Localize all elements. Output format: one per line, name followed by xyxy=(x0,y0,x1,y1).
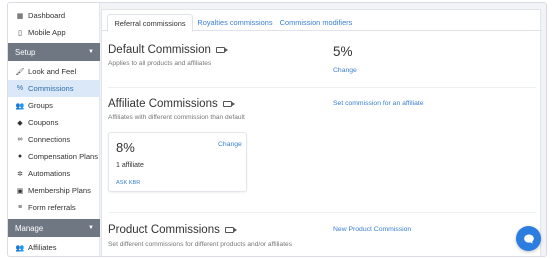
chat-bubble-icon xyxy=(523,234,534,244)
chevron-down-icon: ▼ xyxy=(88,49,94,55)
gear-icon: ✲ xyxy=(17,170,23,178)
section-title-text: Default Commission xyxy=(108,44,211,56)
sidebar-item-affiliates[interactable]: 👥 Affiliates xyxy=(8,239,100,256)
default-commission-title: Default Commission xyxy=(108,44,228,56)
id-card-icon: ▣ xyxy=(16,187,24,195)
list-icon: ≡ xyxy=(17,204,23,211)
sidebar-item-coupons[interactable]: ◆ Coupons xyxy=(8,114,100,131)
sidebar-item-look-and-feel[interactable]: 🖌 Look and Feel xyxy=(8,63,100,80)
app-window: ▦ Dashboard ▯ Mobile App Setup ▼ 🖌 Look … xyxy=(7,2,547,257)
sidebar-item-label: Mobile App xyxy=(28,28,66,37)
section-title-text: Product Commissions xyxy=(108,224,220,236)
affiliate-commissions-title: Affiliate Commissions xyxy=(108,98,235,110)
card-affiliate-count: 1 affiliate xyxy=(116,162,144,169)
new-product-commission-link[interactable]: New Product Commission xyxy=(333,226,411,233)
sidebar-item-label: Dashboard xyxy=(28,11,66,20)
sidebar-item-label: Compensation Plans xyxy=(28,152,99,161)
sidebar-item-membership-plans[interactable]: ▣ Membership Plans xyxy=(8,182,100,199)
sidebar-item-connections[interactable]: ∞ Connections xyxy=(8,131,100,148)
video-icon[interactable] xyxy=(224,227,237,233)
chevron-down-icon: ▼ xyxy=(88,225,94,231)
sidebar-item-dashboard[interactable]: ▦ Dashboard xyxy=(8,7,100,24)
card-commission-value: 8% xyxy=(116,140,135,155)
percent-icon: % xyxy=(16,85,24,92)
dollar-circle-icon: ● xyxy=(17,153,23,160)
card-change-link[interactable]: Change xyxy=(218,141,242,148)
sidebar-item-label: Commissions xyxy=(28,84,74,93)
tab-label: Commission modifiers xyxy=(279,18,353,27)
mobile-icon: ▯ xyxy=(18,29,22,37)
tab-commission-modifiers[interactable]: Commission modifiers xyxy=(278,14,354,31)
tab-label: Royalties commissions xyxy=(197,18,273,27)
tab-label: Referral commissions xyxy=(114,18,186,28)
dashboard-icon: ▦ xyxy=(16,12,24,20)
default-commission-subtitle: Applies to all products and affiliates xyxy=(108,60,212,67)
tab-royalties-commissions[interactable]: Royalties commissions xyxy=(194,14,276,31)
link-icon: ∞ xyxy=(17,136,23,143)
section-title-text: Affiliate Commissions xyxy=(108,98,218,110)
sidebar-item-label: Groups xyxy=(28,101,53,110)
users-icon: 👥 xyxy=(15,244,25,252)
main-panel: Referral commissions Royalties commissio… xyxy=(101,9,542,256)
section-header-label: Manage xyxy=(15,223,44,233)
chat-button[interactable] xyxy=(516,226,541,251)
tab-bar: Referral commissions Royalties commissio… xyxy=(102,10,542,32)
tag-icon: ◆ xyxy=(17,119,23,127)
sidebar-section-setup[interactable]: Setup ▼ xyxy=(8,43,100,61)
sidebar-item-commissions[interactable]: % Commissions xyxy=(8,80,100,97)
default-commission-value: 5% xyxy=(333,44,353,59)
sidebar-item-mobile-app[interactable]: ▯ Mobile App xyxy=(8,24,100,41)
sidebar-item-form-referrals[interactable]: ≡ Form referrals xyxy=(8,199,100,216)
card-affiliate-link[interactable]: ASK KBR xyxy=(116,180,140,186)
paint-roller-icon: 🖌 xyxy=(15,68,25,76)
sidebar-item-compensation-plans[interactable]: ● Compensation Plans xyxy=(8,148,100,165)
affiliate-commission-card[interactable]: 8% Change 1 affiliate ASK KBR xyxy=(108,132,247,192)
set-affiliate-commission-link[interactable]: Set commission for an affiliate xyxy=(333,100,424,107)
tab-referral-commissions[interactable]: Referral commissions xyxy=(107,14,193,32)
sidebar-section-manage[interactable]: Manage ▼ xyxy=(8,219,100,237)
product-commissions-subtitle: Set different commissions for different … xyxy=(108,241,292,248)
affiliate-commissions-subtitle: Affiliates with different commission tha… xyxy=(108,114,245,121)
users-icon: 👥 xyxy=(15,102,25,110)
sidebar-item-label: Coupons xyxy=(28,118,59,127)
sidebar-item-label: Look and Feel xyxy=(28,67,77,76)
sidebar-item-label: Form referrals xyxy=(28,203,76,212)
section-header-label: Setup xyxy=(15,47,36,57)
sidebar-item-label: Automations xyxy=(28,169,71,178)
sidebar-item-groups[interactable]: 👥 Groups xyxy=(8,97,100,114)
sidebar-item-automations[interactable]: ✲ Automations xyxy=(8,165,100,182)
video-icon[interactable] xyxy=(222,101,235,107)
sidebar-item-label: Connections xyxy=(28,135,71,144)
section-divider xyxy=(108,87,536,88)
default-commission-change-link[interactable]: Change xyxy=(333,67,357,74)
product-commissions-title: Product Commissions xyxy=(108,224,237,236)
sidebar-item-label: Membership Plans xyxy=(28,186,91,195)
sidebar-item-label: Affiliates xyxy=(28,243,57,252)
video-icon[interactable] xyxy=(215,47,228,53)
sidebar: ▦ Dashboard ▯ Mobile App Setup ▼ 🖌 Look … xyxy=(8,3,100,256)
section-divider xyxy=(108,212,536,213)
